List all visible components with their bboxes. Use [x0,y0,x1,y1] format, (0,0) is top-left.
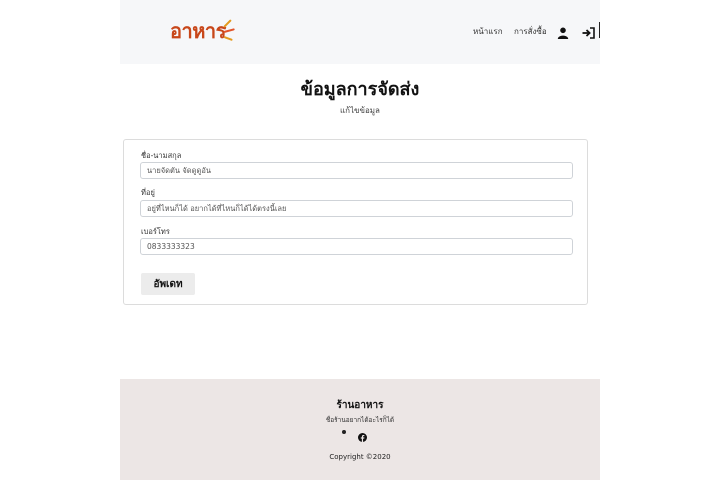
phone-field[interactable] [140,238,573,255]
nav-link-orders[interactable]: การสั่งซื้อ [514,25,547,38]
dot-icon[interactable] [342,430,346,434]
address-field[interactable] [140,200,573,217]
footer-title: ร้านอาหาร [336,400,384,411]
user-icon[interactable] [557,24,569,39]
facebook-icon[interactable] [358,427,367,442]
footer-tagline: ชื่อร้านอยากได้อะไรก็ได้ [325,416,395,424]
name-field[interactable] [140,162,573,179]
shipping-form: ชื่อ-นามสกุล ที่อยู่ เบอร์โทร อัพเดท [123,139,588,305]
navbar-divider [599,22,600,38]
name-label: ชื่อ-นามสกุล [141,151,182,160]
phone-label: เบอร์โทร [141,227,170,236]
sign-in-icon[interactable] [582,24,595,39]
brand-text: อาหาร [170,19,226,43]
navbar: อาหาร หน้าแรก การสั่งซื้อ [120,0,600,64]
footer: ร้านอาหาร ชื่อร้านอยากได้อะไรก็ได้ Copyr… [120,379,600,480]
update-button[interactable]: อัพเดท [141,273,195,295]
nav-link-home[interactable]: หน้าแรก [473,25,503,38]
page-subtitle: แก้ไขข้อมูล [340,106,380,115]
brand-flame-icon [223,19,236,42]
page-title: ข้อมูลการจัดส่ง [300,79,420,100]
address-label: ที่อยู่ [141,188,155,197]
brand-logo[interactable]: อาหาร [170,16,236,46]
copyright-text: Copyright ©2020 [329,453,391,461]
